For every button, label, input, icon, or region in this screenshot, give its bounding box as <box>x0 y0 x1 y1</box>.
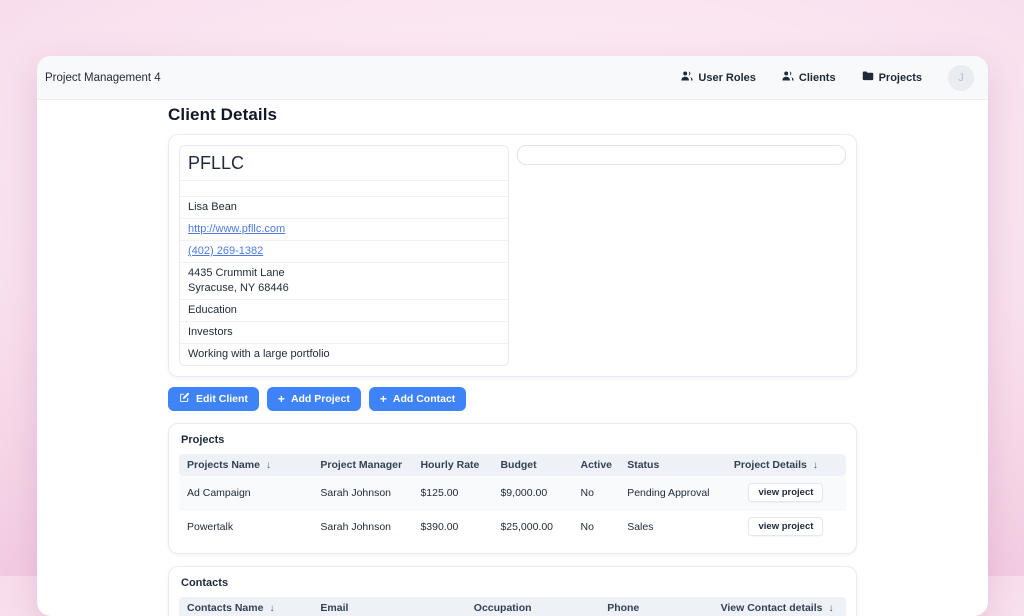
app-title: Project Management 4 <box>45 72 161 84</box>
edit-client-label: Edit Client <box>196 393 248 405</box>
top-navbar: Project Management 4 User Roles Clients … <box>37 56 988 100</box>
contacts-table: Contacts Name↓ Email Occupation Phone Vi… <box>179 597 846 616</box>
col-budget[interactable]: Budget <box>492 454 572 476</box>
client-side-panel <box>517 145 846 366</box>
project-budget-cell: $9,000.00 <box>492 476 572 510</box>
projects-table: Projects Name↓ Project Manager Hourly Ra… <box>179 454 846 543</box>
project-action-cell: view project <box>726 510 846 544</box>
nav-item-projects[interactable]: Projects <box>862 70 922 85</box>
contacts-section-title: Contacts <box>181 577 846 589</box>
project-status-cell: Pending Approval <box>619 476 726 510</box>
client-website-link[interactable]: http://www.pfllc.com <box>188 223 285 235</box>
col-active[interactable]: Active <box>573 454 620 476</box>
main-content: Client Details PFLLC Lisa Bean http://ww… <box>168 105 857 616</box>
add-project-label: Add Project <box>291 393 350 405</box>
col-contacts-name[interactable]: Contacts Name↓ <box>179 597 312 616</box>
col-email[interactable]: Email <box>312 597 465 616</box>
sort-descending-icon: ↓ <box>813 460 818 471</box>
nav-item-label: Projects <box>879 72 922 84</box>
client-website-row: http://www.pfllc.com <box>180 219 508 241</box>
client-industry: Education <box>180 300 508 322</box>
project-hourly-rate-cell: $390.00 <box>412 510 492 544</box>
add-contact-button[interactable]: + Add Contact <box>369 387 466 411</box>
project-name-cell: Powertalk <box>179 510 312 544</box>
project-row: Powertalk Sarah Johnson $390.00 $25,000.… <box>179 510 846 544</box>
nav-item-user-roles[interactable]: User Roles <box>681 70 755 85</box>
project-hourly-rate-cell: $125.00 <box>412 476 492 510</box>
add-contact-label: Add Contact <box>393 393 455 405</box>
project-action-cell: view project <box>726 476 846 510</box>
client-notes: Working with a large portfolio <box>180 344 508 365</box>
project-budget-cell: $25,000.00 <box>492 510 572 544</box>
navbar-right: User Roles Clients Projects J <box>681 65 974 91</box>
project-manager-cell: Sarah Johnson <box>312 476 412 510</box>
client-name: PFLLC <box>180 146 508 181</box>
client-category: Investors <box>180 322 508 344</box>
edit-icon <box>179 392 190 406</box>
users-icon <box>681 70 693 85</box>
client-address-line1: 4435 Crummit Lane <box>188 266 500 281</box>
contacts-header-row: Contacts Name↓ Email Occupation Phone Vi… <box>179 597 846 616</box>
col-project-manager[interactable]: Project Manager <box>312 454 412 476</box>
sort-descending-icon: ↓ <box>828 603 833 614</box>
col-projects-name[interactable]: Projects Name↓ <box>179 454 312 476</box>
sort-descending-icon: ↓ <box>266 460 271 471</box>
edit-client-button[interactable]: Edit Client <box>168 387 259 411</box>
contacts-card: Contacts Contacts Name↓ Email Occupation… <box>168 566 857 616</box>
projects-section-title: Projects <box>181 434 846 446</box>
project-row: Ad Campaign Sarah Johnson $125.00 $9,000… <box>179 476 846 510</box>
project-status-cell: Sales <box>619 510 726 544</box>
client-contact-person: Lisa Bean <box>180 197 508 219</box>
plus-icon: + <box>380 394 387 404</box>
client-address: 4435 Crummit Lane Syracuse, NY 68446 <box>180 263 508 300</box>
client-side-input[interactable] <box>517 145 846 165</box>
col-status[interactable]: Status <box>619 454 726 476</box>
col-occupation[interactable]: Occupation <box>466 597 599 616</box>
client-info-list: PFLLC Lisa Bean http://www.pfllc.com (40… <box>179 145 509 366</box>
client-empty-field <box>180 181 508 197</box>
user-avatar[interactable]: J <box>948 65 974 91</box>
project-name-cell: Ad Campaign <box>179 476 312 510</box>
page-title: Client Details <box>168 105 857 125</box>
nav-item-label: Clients <box>799 72 836 84</box>
folder-icon <box>862 70 874 85</box>
app-window: Project Management 4 User Roles Clients … <box>37 56 988 616</box>
view-project-button[interactable]: view project <box>748 483 823 502</box>
projects-card: Projects Projects Name↓ Project Manager … <box>168 423 857 554</box>
add-project-button[interactable]: + Add Project <box>267 387 361 411</box>
nav-item-clients[interactable]: Clients <box>782 70 836 85</box>
plus-icon: + <box>278 394 285 404</box>
client-address-line2: Syracuse, NY 68446 <box>188 281 500 296</box>
client-phone-link[interactable]: (402) 269-1382 <box>188 245 263 257</box>
projects-header-row: Projects Name↓ Project Manager Hourly Ra… <box>179 454 846 476</box>
col-hourly-rate[interactable]: Hourly Rate <box>412 454 492 476</box>
sort-descending-icon: ↓ <box>269 603 274 614</box>
col-view-contact-details[interactable]: View Contact details↓ <box>713 597 846 616</box>
project-manager-cell: Sarah Johnson <box>312 510 412 544</box>
users-icon <box>782 70 794 85</box>
client-actions: Edit Client + Add Project + Add Contact <box>168 387 857 411</box>
col-project-details[interactable]: Project Details↓ <box>726 454 846 476</box>
nav-item-label: User Roles <box>698 72 755 84</box>
view-project-button[interactable]: view project <box>748 517 823 536</box>
client-phone-row: (402) 269-1382 <box>180 241 508 263</box>
client-details-card: PFLLC Lisa Bean http://www.pfllc.com (40… <box>168 134 857 377</box>
project-active-cell: No <box>573 510 620 544</box>
col-phone[interactable]: Phone <box>599 597 712 616</box>
project-active-cell: No <box>573 476 620 510</box>
